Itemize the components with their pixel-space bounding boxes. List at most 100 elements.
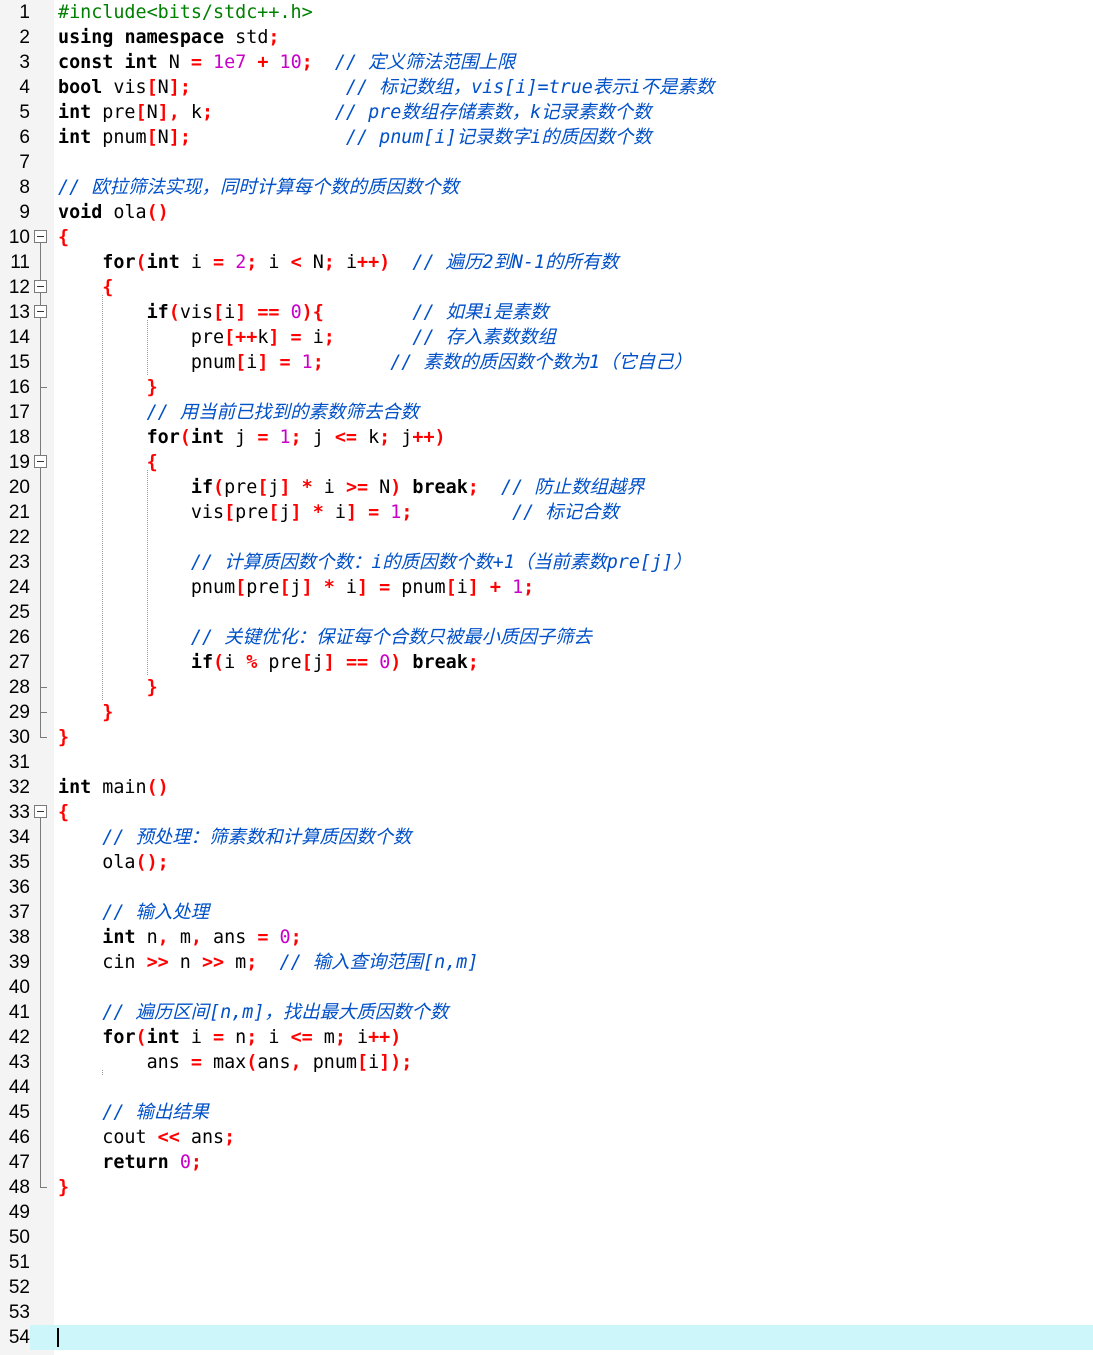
code-line[interactable]: 21 vis[pre[j] * i] = 1; // 标记合数 xyxy=(0,500,1093,525)
code-line[interactable]: 46 cout << ans; xyxy=(0,1125,1093,1150)
fold-toggle-icon[interactable] xyxy=(33,450,49,475)
code-line[interactable]: 54 xyxy=(0,1325,1093,1350)
fold-line-icon xyxy=(33,400,49,425)
code-text: ola(); xyxy=(58,852,169,873)
code-line[interactable]: 40 xyxy=(0,975,1093,1000)
code-line[interactable]: 23 // 计算质因数个数：i的质因数个数+1（当前素数pre[j]） xyxy=(0,550,1093,575)
code-line[interactable]: 42 for(int i = n; i <= m; i++) xyxy=(0,1025,1093,1050)
code-text: if(i % pre[j] == 0) break; xyxy=(190,652,479,673)
code-line[interactable]: 39 cin >> n >> m; // 输入查询范围[n,m] xyxy=(0,950,1093,975)
code-line[interactable]: 24 pnum[pre[j] * i] = pnum[i] + 1; xyxy=(0,575,1093,600)
code-line[interactable]: 37 // 输入处理 xyxy=(0,900,1093,925)
code-text: // 关键优化：保证每个合数只被最小质因子筛去 xyxy=(190,627,592,648)
line-number: 7 xyxy=(19,152,30,173)
code-line[interactable]: 35 ola(); xyxy=(0,850,1093,875)
fold-line-icon xyxy=(33,1150,49,1175)
code-line[interactable]: 47 return 0; xyxy=(0,1150,1093,1175)
code-line[interactable]: 27 if(i % pre[j] == 0) break; xyxy=(0,650,1093,675)
line-number: 27 xyxy=(8,652,30,673)
code-text: // 计算质因数个数：i的质因数个数+1（当前素数pre[j]） xyxy=(190,552,692,573)
code-line[interactable]: 45 // 输出结果 xyxy=(0,1100,1093,1125)
line-number: 39 xyxy=(8,952,30,973)
code-text: #include<bits/stdc++.h> xyxy=(58,2,313,23)
code-line[interactable]: 14 pre[++k] = i; // 存入素数数组 xyxy=(0,325,1093,350)
code-line[interactable]: 8 // 欧拉筛法实现，同时计算每个数的质因数个数 xyxy=(0,175,1093,200)
fold-toggle-icon[interactable] xyxy=(33,800,49,825)
line-number: 36 xyxy=(8,877,30,898)
code-text: int main() xyxy=(58,777,169,798)
code-line[interactable]: 10 { xyxy=(0,225,1093,250)
line-number: 26 xyxy=(8,627,30,648)
code-text: const int N = 1e7 + 10; // 定义筛法范围上限 xyxy=(58,52,516,73)
code-line[interactable]: 48} xyxy=(0,1175,1093,1200)
code-line[interactable]: 20 if(pre[j] * i >= N) break; // 防止数组越界 xyxy=(0,475,1093,500)
fold-line-icon xyxy=(33,875,49,900)
code-text: } xyxy=(102,702,114,723)
code-text: } xyxy=(146,677,158,698)
line-number: 25 xyxy=(8,602,30,623)
code-line[interactable]: 7 xyxy=(0,150,1093,175)
code-text: { xyxy=(58,802,70,823)
code-line[interactable]: 33 { xyxy=(0,800,1093,825)
code-line[interactable]: 11 for(int i = 2; i < N; i++) // 遍历2到N-1… xyxy=(0,250,1093,275)
code-line[interactable]: 5 int pre[N], k; // pre数组存储素数，k记录素数个数 xyxy=(0,100,1093,125)
indent-guide xyxy=(147,320,148,375)
code-line[interactable]: 12 { xyxy=(0,275,1093,300)
line-number: 44 xyxy=(8,1077,30,1098)
code-line[interactable]: 4 bool vis[N]; // 标记数组，vis[i]=true表示i不是素数 xyxy=(0,75,1093,100)
code-text: } xyxy=(146,377,158,398)
line-number: 43 xyxy=(8,1052,30,1073)
code-line[interactable]: 49 xyxy=(0,1200,1093,1225)
line-number: 22 xyxy=(8,527,30,548)
code-line[interactable]: 28 } xyxy=(0,675,1093,700)
code-line[interactable]: 22 xyxy=(0,525,1093,550)
fold-line-icon xyxy=(33,375,49,400)
code-line[interactable]: 19 { xyxy=(0,450,1093,475)
code-line[interactable]: 50 xyxy=(0,1225,1093,1250)
code-line[interactable]: 17 // 用当前已找到的素数筛去合数 xyxy=(0,400,1093,425)
code-line[interactable]: 44 xyxy=(0,1075,1093,1100)
code-line[interactable]: 36 xyxy=(0,875,1093,900)
fold-line-icon xyxy=(33,850,49,875)
code-line[interactable]: 26 // 关键优化：保证每个合数只被最小质因子筛去 xyxy=(0,625,1093,650)
code-line[interactable]: 29 } xyxy=(0,700,1093,725)
code-line[interactable]: 9 void ola() xyxy=(0,200,1093,225)
line-number: 52 xyxy=(8,1277,30,1298)
fold-toggle-icon[interactable] xyxy=(33,225,49,250)
code-line[interactable]: 15 pnum[i] = 1; // 素数的质因数个数为1（它自己） xyxy=(0,350,1093,375)
code-line[interactable]: 31 xyxy=(0,750,1093,775)
line-number: 47 xyxy=(8,1152,30,1173)
line-number: 38 xyxy=(8,927,30,948)
code-line[interactable]: 51 xyxy=(0,1250,1093,1275)
code-line[interactable]: 38 int n, m, ans = 0; xyxy=(0,925,1093,950)
code-text: int pnum[N]; // pnum[i]记录数字i的质因数个数 xyxy=(58,127,652,148)
fold-line-icon xyxy=(33,1075,49,1100)
code-line[interactable]: 13 if(vis[i] == 0){ // 如果i是素数 xyxy=(0,300,1093,325)
code-line[interactable]: 1 #include<bits/stdc++.h> xyxy=(0,0,1093,25)
line-number: 35 xyxy=(8,852,30,873)
code-line[interactable]: 32 int main() xyxy=(0,775,1093,800)
code-line[interactable]: 43 ans = max(ans, pnum[i]); xyxy=(0,1050,1093,1075)
line-number: 9 xyxy=(19,202,30,223)
fold-line-icon xyxy=(33,425,49,450)
text-cursor xyxy=(57,1328,59,1347)
fold-toggle-icon[interactable] xyxy=(33,300,49,325)
code-line[interactable]: 53 xyxy=(0,1300,1093,1325)
line-number: 24 xyxy=(8,577,30,598)
code-line[interactable]: 18 for(int j = 1; j <= k; j++) xyxy=(0,425,1093,450)
code-text: { xyxy=(102,277,114,298)
code-line[interactable]: 52 xyxy=(0,1275,1093,1300)
fold-toggle-icon[interactable] xyxy=(33,275,49,300)
code-text: int n, m, ans = 0; xyxy=(102,927,302,948)
code-line[interactable]: 16 } xyxy=(0,375,1093,400)
code-line[interactable]: 25 xyxy=(0,600,1093,625)
line-number: 34 xyxy=(8,827,30,848)
code-line[interactable]: 34 // 预处理：筛素数和计算质因数个数 xyxy=(0,825,1093,850)
code-line[interactable]: 30} xyxy=(0,725,1093,750)
code-line[interactable]: 41 // 遍历区间[n,m]，找出最大质因数个数 xyxy=(0,1000,1093,1025)
code-text: ans = max(ans, pnum[i]); xyxy=(58,1052,413,1073)
code-editor[interactable]: 1 #include<bits/stdc++.h> 2 using namespace… xyxy=(0,0,1093,1355)
code-line[interactable]: 3 const int N = 1e7 + 10; // 定义筛法范围上限 xyxy=(0,50,1093,75)
code-line[interactable]: 2 using namespace std; xyxy=(0,25,1093,50)
code-line[interactable]: 6 int pnum[N]; // pnum[i]记录数字i的质因数个数 xyxy=(0,125,1093,150)
